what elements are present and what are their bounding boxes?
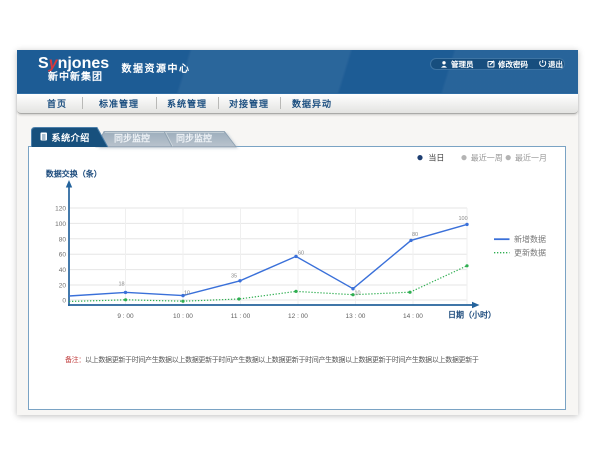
svg-text:11 : 00: 11 : 00 xyxy=(231,313,251,320)
svg-text:80: 80 xyxy=(412,232,418,238)
svg-text:10 : 00: 10 : 00 xyxy=(173,313,193,320)
svg-text:100: 100 xyxy=(55,221,66,228)
svg-text:35: 35 xyxy=(231,274,237,280)
svg-text:同步监控: 同步监控 xyxy=(176,133,212,144)
svg-text:数据交换（条）: 数据交换（条） xyxy=(46,169,102,179)
svg-text:最近一周: 最近一周 xyxy=(471,153,503,163)
svg-text:更新数据: 更新数据 xyxy=(514,248,546,258)
svg-text:14 : 00: 14 : 00 xyxy=(403,313,423,320)
svg-text:系统介绍: 系统介绍 xyxy=(52,132,90,143)
svg-text:13 : 00: 13 : 00 xyxy=(346,313,366,320)
svg-text:同步监控: 同步监控 xyxy=(114,133,150,144)
svg-text:100: 100 xyxy=(459,216,468,222)
svg-text:0: 0 xyxy=(62,298,66,305)
svg-text:20: 20 xyxy=(59,283,67,290)
svg-text:9 : 00: 9 : 00 xyxy=(117,313,134,320)
svg-text:当日: 当日 xyxy=(428,153,444,163)
svg-text:日期（小时）: 日期（小时） xyxy=(448,310,496,320)
svg-text:80: 80 xyxy=(59,236,67,243)
svg-text:新增数据: 新增数据 xyxy=(514,234,546,244)
svg-text:120: 120 xyxy=(55,206,66,213)
svg-text:18: 18 xyxy=(119,282,125,288)
svg-text:40: 40 xyxy=(59,267,67,274)
svg-text:10: 10 xyxy=(184,291,190,297)
svg-text:10: 10 xyxy=(355,291,361,297)
svg-text:60: 60 xyxy=(298,251,304,257)
svg-text:60: 60 xyxy=(59,252,67,259)
svg-text:最近一月: 最近一月 xyxy=(515,153,547,163)
svg-text:12 : 00: 12 : 00 xyxy=(288,313,308,320)
